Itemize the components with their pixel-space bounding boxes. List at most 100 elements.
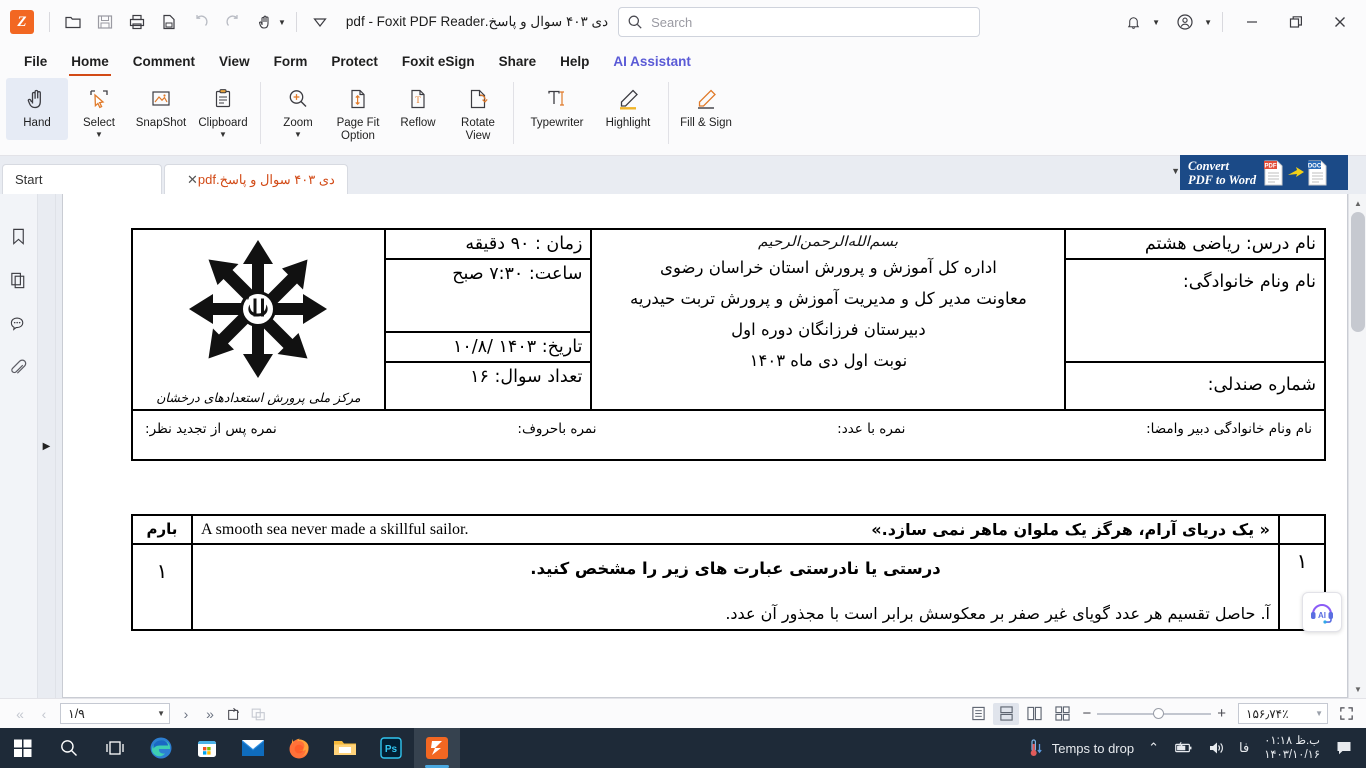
page-fit-icon — [345, 84, 371, 114]
zoom-slider-knob[interactable] — [1153, 707, 1165, 719]
previous-page-button[interactable]: ‹ — [32, 702, 56, 726]
foxit-taskbar-icon[interactable] — [414, 728, 460, 768]
next-page-button[interactable]: › — [174, 702, 198, 726]
minimize-button[interactable] — [1230, 0, 1274, 44]
vertical-scrollbar[interactable]: ▲ ▼ — [1348, 194, 1366, 698]
rotate-view-button[interactable]: Rotate View — [449, 78, 507, 143]
save-as-icon[interactable] — [153, 6, 185, 38]
show-hidden-icons-button[interactable]: ⌃ — [1141, 728, 1166, 768]
continuous-scroll-view-button[interactable] — [993, 702, 1020, 725]
restore-button[interactable] — [1274, 0, 1318, 44]
chevron-down-icon[interactable]: ▼ — [157, 709, 165, 718]
menu-ai-assistant[interactable]: AI Assistant — [601, 50, 703, 73]
search-taskbar-button[interactable] — [46, 728, 92, 768]
action-center-icon[interactable] — [1328, 728, 1360, 768]
chevron-down-icon[interactable]: ▼ — [1152, 6, 1160, 38]
clipboard-button[interactable]: Clipboard ▼ — [192, 78, 254, 139]
reflow-button[interactable]: T Reflow — [387, 78, 449, 130]
weather-widget[interactable]: Temps to drop — [1019, 728, 1141, 768]
battery-icon[interactable] — [1166, 728, 1200, 768]
snapshot-button[interactable]: SnapShot — [130, 78, 192, 130]
highlight-button[interactable]: Highlight — [594, 78, 662, 130]
close-button[interactable] — [1318, 0, 1362, 44]
redo-icon[interactable] — [217, 6, 249, 38]
zoom-in-button[interactable]: + — [1217, 705, 1226, 722]
reflow-icon: T — [405, 84, 431, 114]
two-page-view-button[interactable] — [1021, 703, 1047, 725]
hand-tool-icon[interactable] — [249, 6, 281, 38]
notification-bell-icon[interactable] — [1111, 0, 1155, 44]
rotate-page-button[interactable] — [222, 702, 246, 726]
volume-icon[interactable] — [1200, 728, 1232, 768]
chevron-down-icon[interactable]: ▼ — [1171, 166, 1180, 176]
chevron-down-icon[interactable]: ▼ — [294, 130, 302, 139]
open-file-icon[interactable] — [57, 6, 89, 38]
tab-document[interactable]: دی ۴۰۳ سوال و پاسخ.pdf ✕ — [164, 164, 348, 194]
file-explorer-taskbar-icon[interactable] — [322, 728, 368, 768]
store-taskbar-icon[interactable] — [184, 728, 230, 768]
hand-tool-button[interactable]: Hand — [6, 78, 68, 140]
chevron-down-icon[interactable]: ▼ — [1315, 709, 1323, 718]
zoom-button[interactable]: Zoom ▼ — [267, 78, 329, 139]
scrollbar-thumb[interactable] — [1351, 212, 1365, 332]
firefox-taskbar-icon[interactable] — [276, 728, 322, 768]
scroll-up-arrow-icon[interactable]: ▲ — [1349, 194, 1366, 212]
menu-protect[interactable]: Protect — [319, 50, 390, 73]
chevron-right-icon: ▶ — [42, 440, 51, 452]
menu-help[interactable]: Help — [548, 50, 601, 73]
org-line-2: معاونت مدیر کل و مدیریت آموزش و پرورش تر… — [630, 289, 1027, 308]
bookmarks-icon[interactable] — [2, 214, 36, 258]
close-icon[interactable]: ✕ — [187, 172, 198, 188]
single-page-view-button[interactable] — [965, 703, 991, 725]
print-icon[interactable] — [121, 6, 153, 38]
tab-start[interactable]: Start — [2, 164, 162, 194]
menu-file[interactable]: File — [12, 50, 59, 73]
page-thumbnails-icon[interactable] — [2, 258, 36, 302]
last-page-button[interactable]: » — [198, 702, 222, 726]
account-icon[interactable] — [1163, 0, 1207, 44]
fullscreen-button[interactable] — [1334, 702, 1358, 726]
start-button[interactable] — [0, 728, 46, 768]
search-input[interactable]: Search — [618, 7, 981, 37]
two-page-scroll-view-button[interactable] — [1049, 703, 1075, 725]
chevron-down-icon[interactable]: ▼ — [1204, 6, 1212, 38]
customize-toolbar-icon[interactable] — [304, 6, 336, 38]
save-icon[interactable] — [89, 6, 121, 38]
attachments-icon[interactable] — [2, 346, 36, 390]
page-number-input[interactable]: ۱/۹ ▼ — [60, 703, 170, 724]
task-view-button[interactable] — [92, 728, 138, 768]
fill-sign-button[interactable]: Fill & Sign — [675, 78, 737, 130]
clock[interactable]: ۰۱:۱۸ ب.ظ ۱۴۰۳/۱۰/۱۶ — [1256, 734, 1328, 762]
select-tool-button[interactable]: Select ▼ — [68, 78, 130, 139]
menu-comment[interactable]: Comment — [121, 50, 207, 73]
chevron-down-icon[interactable]: ▼ — [278, 6, 286, 38]
ribbon-group-fill-sign: Fill & Sign — [675, 78, 737, 156]
language-indicator[interactable]: فا — [1232, 728, 1256, 768]
chevron-down-icon[interactable]: ▼ — [219, 130, 227, 139]
undo-icon[interactable] — [185, 6, 217, 38]
mail-taskbar-icon[interactable] — [230, 728, 276, 768]
title-bar-right-controls: ▼ ▼ — [1111, 0, 1366, 44]
ai-assistant-button[interactable]: AI — [1302, 592, 1342, 632]
zoom-out-button[interactable]: − — [1082, 705, 1091, 722]
zoom-level-input[interactable]: ▼ ۱۵۶٫۷۴٪ — [1238, 703, 1328, 724]
convert-pdf-to-word-banner[interactable]: Convert PDF to Word PDF DOC — [1180, 155, 1348, 190]
menu-home[interactable]: Home — [59, 50, 121, 76]
first-page-button[interactable]: « — [8, 702, 32, 726]
comments-icon[interactable] — [2, 302, 36, 346]
compare-documents-button[interactable] — [246, 702, 270, 726]
edge-taskbar-icon[interactable] — [138, 728, 184, 768]
chevron-down-icon[interactable]: ▼ — [95, 130, 103, 139]
menu-share[interactable]: Share — [487, 50, 549, 73]
document-viewer[interactable]: نام درس: ریاضی هشتم بسم‌الله‌الرحمن‌الرح… — [56, 194, 1348, 698]
menu-foxit-esign[interactable]: Foxit eSign — [390, 50, 487, 73]
scroll-down-arrow-icon[interactable]: ▼ — [1349, 680, 1366, 698]
panel-expander-button[interactable]: ▶ — [38, 194, 56, 698]
zoom-slider[interactable]: − + — [1082, 705, 1226, 722]
typewriter-button[interactable]: Typewriter — [520, 78, 594, 130]
page-fit-option-button[interactable]: Page Fit Option — [329, 78, 387, 143]
menu-form[interactable]: Form — [262, 50, 320, 73]
menu-view[interactable]: View — [207, 50, 262, 73]
photoshop-taskbar-icon[interactable]: Ps — [368, 728, 414, 768]
zoom-slider-track[interactable] — [1097, 707, 1212, 719]
